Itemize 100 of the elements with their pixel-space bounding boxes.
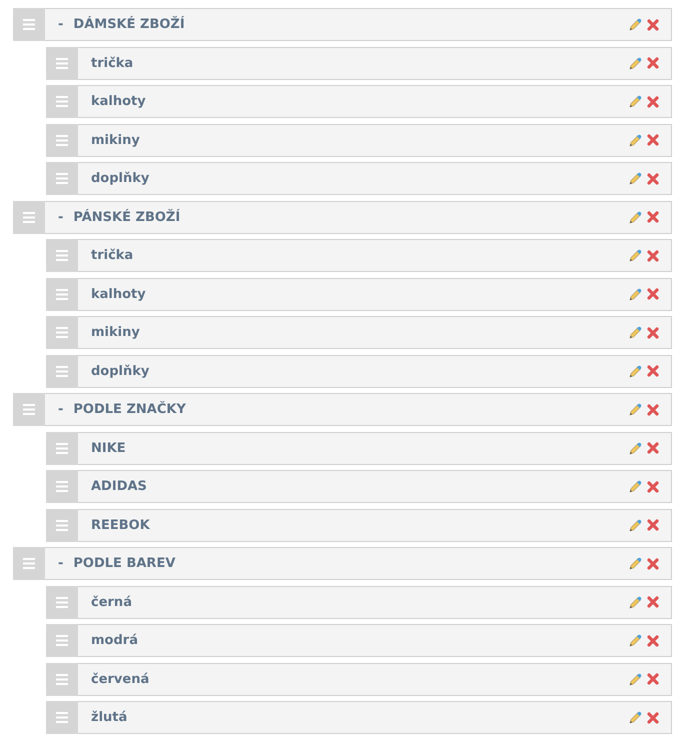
drag-handle[interactable] <box>46 85 78 118</box>
collapse-toggle[interactable]: - <box>58 402 64 417</box>
menu-icon <box>56 288 68 300</box>
drag-handle[interactable] <box>46 239 78 272</box>
subcategory-label: ADIDAS <box>91 479 147 494</box>
delete-icon[interactable] <box>647 18 659 30</box>
delete-icon[interactable] <box>647 442 659 454</box>
menu-icon <box>23 19 35 30</box>
pencil-icon[interactable] <box>629 364 642 378</box>
menu-icon <box>56 366 68 376</box>
category-row[interactable]: - PODLE BAREV <box>13 547 672 580</box>
drag-handle[interactable] <box>46 470 78 503</box>
pencil-icon[interactable] <box>629 56 642 70</box>
subcategory-label: doplňky <box>91 364 150 378</box>
pencil-icon[interactable] <box>629 134 642 146</box>
pencil-icon[interactable] <box>629 518 642 532</box>
drag-handle[interactable] <box>46 701 78 734</box>
delete-icon[interactable] <box>647 596 659 608</box>
delete-icon[interactable] <box>647 558 659 570</box>
drag-handle[interactable] <box>46 124 78 156</box>
menu-icon <box>56 520 68 530</box>
delete-icon[interactable] <box>647 288 659 300</box>
subcategory-label: REEBOK <box>91 518 150 532</box>
delete-icon[interactable] <box>647 211 659 223</box>
menu-icon <box>23 212 35 222</box>
drag-handle[interactable] <box>46 316 78 349</box>
delete-icon[interactable] <box>647 250 659 262</box>
pencil-icon[interactable] <box>629 596 642 608</box>
drag-handle[interactable] <box>46 662 78 696</box>
drag-handle[interactable] <box>13 393 45 426</box>
delete-icon[interactable] <box>647 673 659 685</box>
subcategory-row[interactable]: kalhoty <box>46 278 672 310</box>
delete-icon[interactable] <box>647 172 659 184</box>
pencil-icon[interactable] <box>629 403 642 416</box>
drag-handle[interactable] <box>46 586 78 618</box>
subcategory-row[interactable]: trička <box>46 46 672 80</box>
collapse-toggle[interactable]: - <box>58 556 64 571</box>
delete-icon[interactable] <box>647 634 659 646</box>
drag-handle[interactable] <box>46 46 78 80</box>
subcategory-row[interactable]: ADIDAS <box>46 470 672 503</box>
pencil-icon[interactable] <box>629 634 642 647</box>
drag-handle[interactable] <box>46 162 78 195</box>
delete-icon[interactable] <box>647 519 659 531</box>
drag-handle[interactable] <box>46 508 78 542</box>
category-label: PÁNSKÉ ZBOŽÍ <box>73 210 180 224</box>
pencil-icon[interactable] <box>629 172 642 185</box>
delete-icon[interactable] <box>647 326 659 338</box>
menu-icon <box>56 134 68 146</box>
delete-icon[interactable] <box>647 712 659 724</box>
pencil-icon[interactable] <box>629 326 642 339</box>
subcategory-row[interactable]: kalhoty <box>46 85 672 118</box>
pencil-icon[interactable] <box>629 249 642 262</box>
category-label: DÁMSKÉ ZBOŽÍ <box>73 17 185 32</box>
pencil-icon[interactable] <box>629 557 642 570</box>
delete-icon[interactable] <box>647 404 659 416</box>
subcategory-row[interactable]: NIKE <box>46 432 672 464</box>
pencil-icon[interactable] <box>629 480 642 493</box>
subcategory-row[interactable]: doplňky <box>46 354 672 388</box>
category-row[interactable]: - PÁNSKÉ ZBOŽÍ <box>13 200 672 234</box>
subcategory-label: černá <box>91 594 132 610</box>
pencil-icon[interactable] <box>629 288 642 300</box>
subcategory-row[interactable]: REEBOK <box>46 508 672 542</box>
delete-icon[interactable] <box>647 134 659 146</box>
collapse-toggle[interactable]: - <box>58 17 64 32</box>
drag-handle[interactable] <box>46 354 78 388</box>
pencil-icon[interactable] <box>629 442 642 454</box>
subcategory-row[interactable]: žlutá <box>46 701 672 734</box>
collapse-toggle[interactable]: - <box>58 210 64 224</box>
delete-icon[interactable] <box>647 365 659 377</box>
pencil-icon[interactable] <box>629 711 642 724</box>
drag-handle[interactable] <box>13 547 45 580</box>
drag-handle[interactable] <box>46 278 78 310</box>
subcategory-row[interactable]: modrá <box>46 624 672 657</box>
subcategory-label: červená <box>91 672 150 686</box>
delete-icon[interactable] <box>647 480 659 492</box>
subcategory-label: trička <box>91 56 134 70</box>
drag-handle[interactable] <box>46 432 78 464</box>
category-row[interactable]: - PODLE ZNAČKY <box>13 393 672 426</box>
pencil-icon[interactable] <box>629 18 642 31</box>
menu-icon <box>23 558 35 569</box>
menu-icon <box>56 674 68 684</box>
subcategory-row[interactable]: červená <box>46 662 672 696</box>
menu-icon <box>56 596 68 608</box>
subcategory-row[interactable]: mikiny <box>46 124 672 156</box>
subcategory-label: žlutá <box>91 710 128 725</box>
pencil-icon[interactable] <box>629 210 642 224</box>
drag-handle[interactable] <box>13 200 45 234</box>
menu-icon <box>23 404 35 415</box>
subcategory-label: mikiny <box>91 132 140 148</box>
category-row[interactable]: - DÁMSKÉ ZBOŽÍ <box>13 8 672 41</box>
subcategory-row[interactable]: trička <box>46 239 672 272</box>
delete-icon[interactable] <box>647 96 659 108</box>
subcategory-row[interactable]: doplňky <box>46 162 672 195</box>
subcategory-row[interactable]: černá <box>46 586 672 618</box>
drag-handle[interactable] <box>46 624 78 657</box>
pencil-icon[interactable] <box>629 95 642 108</box>
subcategory-row[interactable]: mikiny <box>46 316 672 349</box>
pencil-icon[interactable] <box>629 672 642 686</box>
delete-icon[interactable] <box>647 57 659 69</box>
drag-handle[interactable] <box>13 8 45 41</box>
